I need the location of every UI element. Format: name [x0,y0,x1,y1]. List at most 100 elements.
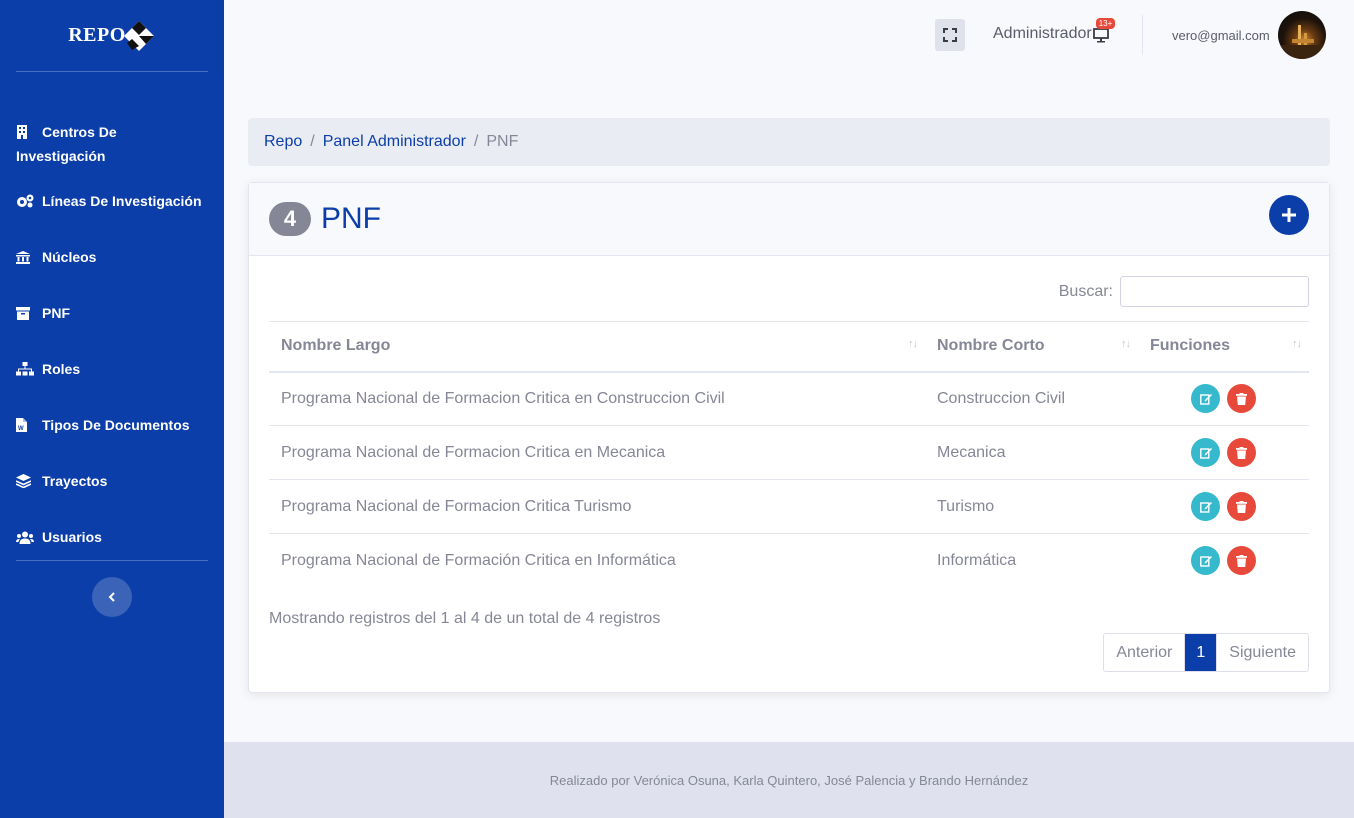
column-header-label: Nombre Largo [281,337,391,355]
pnf-card: 4 PNF Buscar: Nombre Largo ↑↓ Nombre Cort… [248,182,1330,693]
avatar-image [1278,25,1326,59]
svg-text:W: W [18,426,24,432]
sidebar-divider-bottom [16,560,208,561]
archive-icon [16,301,34,325]
breadcrumb-separator: / [310,133,315,150]
column-header-nombre-largo[interactable]: Nombre Largo ↑↓ [269,321,925,373]
breadcrumb-separator: / [473,133,479,150]
add-button[interactable] [1269,195,1309,235]
cell-nombre-corto: Mecanica [925,425,1138,480]
cell-nombre-largo: Programa Nacional de Formación Critica e… [281,551,676,569]
cell-funciones [1138,371,1309,426]
topbar-divider [1142,15,1143,55]
alert-badge: 13+ [1095,18,1116,29]
card-header: 4 PNF [249,183,1329,256]
delete-button[interactable] [1226,438,1256,467]
delete-button[interactable] [1226,492,1256,521]
cell-nombre-corto: Turismo [925,479,1138,534]
avatar[interactable] [1278,11,1326,59]
edit-icon [1199,393,1212,405]
building-icon [16,120,34,144]
brand[interactable]: REPO [0,0,224,71]
edit-icon [1199,447,1212,459]
cell-nombre-largo: Programa Nacional de Formacion Critica e… [269,371,925,426]
cell-nombre-largo: Programa Nacional de Formacion Critica T… [269,479,925,534]
sidebar-item-label: PNF [42,305,70,321]
cell-funciones [1138,425,1309,480]
admin-menu[interactable]: Administrador 13+ [993,18,1116,43]
sitemap-icon [16,357,34,381]
users-icon [16,525,34,549]
cell-nombre-corto: Construccion Civil [925,371,1138,426]
cell-nombre-largo: Programa Nacional de Formacion Critica e… [269,425,925,480]
file-word-icon: W [16,413,34,437]
sidebar-item-trayectos[interactable]: Trayectos [0,451,224,507]
count-badge: 4 [269,202,311,236]
plus-icon [1282,208,1296,222]
cell-funciones [1138,479,1309,534]
brand-name: REPO [68,24,126,46]
fullscreen-button[interactable] [935,19,965,51]
sort-icon: ↑↓ [908,338,918,350]
breadcrumb-link-panel[interactable]: Panel Administrador [323,133,466,151]
column-header-label: Nombre Corto [937,337,1045,355]
delete-button[interactable] [1226,384,1256,414]
sidebar-item-label: Usuarios [42,529,102,545]
pagination: Anterior 1 Siguiente [1103,633,1309,672]
sidebar-item-usuarios[interactable]: Usuarios [0,507,224,563]
edit-icon [1199,555,1212,567]
breadcrumb-link-repo[interactable]: Repo [264,133,302,151]
sidebar-nav: Centros De Investigación Líneas De Inves… [0,72,224,563]
trash-icon [1235,554,1247,567]
brand-logo-icon [123,20,154,51]
edit-button[interactable] [1191,438,1221,467]
edit-button[interactable] [1191,384,1221,414]
page-title: PNF [321,202,381,235]
table-header-row: Nombre Largo ↑↓ Nombre Corto ↑↓ Funciones ↑… [269,321,1309,373]
column-header-label: Funciones [1150,337,1231,355]
sidebar-item-label: Tipos De Documentos [42,417,190,433]
table-row: Programa Nacional de Formacion Critica T… [269,479,1309,534]
table-info: Mostrando registros del 1 al 4 de un tot… [269,610,661,627]
sidebar-item-label: Roles [42,361,81,377]
breadcrumb: Repo / Panel Administrador / PNF [248,118,1330,166]
cell-nombre-corto: Informática [937,551,1017,569]
sidebar-item-lineas[interactable]: Líneas De Investigación [0,181,224,227]
sidebar-item-label: Líneas De Investigación [42,193,202,209]
edit-icon [1199,501,1212,513]
sidebar-item-nucleos[interactable]: Núcleos [0,227,224,283]
search-input[interactable] [1120,276,1309,307]
trash-icon [1235,446,1247,459]
user-email[interactable]: vero@gmail.com [1172,28,1270,43]
trash-icon [1235,392,1247,405]
sidebar-item-centros[interactable]: Centros De Investigación [0,94,224,181]
footer-text: Realizado por Verónica Osuna, Karla Quin… [549,772,1029,788]
chevron-left-icon [108,592,115,602]
column-header-funciones[interactable]: Funciones ↑↓ [1138,321,1309,373]
breadcrumb-current: PNF [486,133,519,150]
edit-button[interactable] [1191,546,1221,576]
table-row: Programa Nacional de Formación Critica e… [269,534,1309,588]
pagination-next-button[interactable]: Siguiente [1217,634,1308,671]
sidebar-item-label: Núcleos [42,249,97,265]
sidebar-item-pnf[interactable]: PNF [0,283,224,339]
delete-button[interactable] [1226,546,1256,576]
search-label: Buscar: [1058,282,1113,300]
sidebar-item-label: Trayectos [42,473,108,489]
pagination-page-1[interactable]: 1 [1185,634,1218,671]
cogs-icon [16,189,34,213]
table-row: Programa Nacional de Formacion Critica e… [269,425,1309,480]
sort-icon: ↑↓ [1292,338,1302,350]
sidebar-toggle-button[interactable] [92,577,132,617]
layer-group-icon [16,469,34,493]
trash-icon [1235,500,1247,513]
topbar: Administrador 13+ vero@gmail.com [224,0,1354,70]
search-row: Buscar: [1059,276,1309,307]
sidebar-item-roles[interactable]: Roles [0,339,224,395]
column-header-nombre-corto[interactable]: Nombre Corto ↑↓ [925,321,1138,373]
pagination-prev-button[interactable]: Anterior [1104,634,1186,671]
edit-button[interactable] [1191,492,1221,521]
cell-funciones [1138,534,1309,588]
sort-icon: ↑↓ [1121,338,1131,350]
sidebar-item-tipos-documentos[interactable]: W Tipos De Documentos [0,395,224,451]
